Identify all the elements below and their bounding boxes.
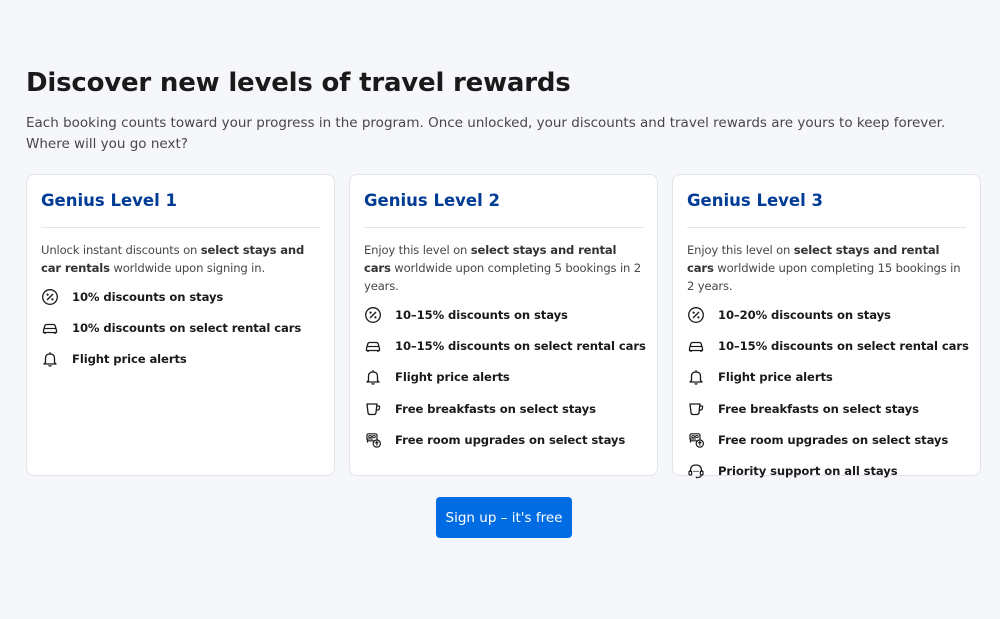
perk-item: Flight price alerts — [364, 362, 643, 393]
level-title: Genius Level 3 — [687, 191, 823, 210]
sign-up-button[interactable]: Sign up – it's free — [436, 497, 572, 538]
level-description: Enjoy this level on select stays and ren… — [364, 241, 643, 295]
perk-label: 10–15% discounts on select rental cars — [718, 338, 969, 353]
bell-icon — [687, 368, 705, 386]
perk-label: Free room upgrades on select stays — [395, 432, 626, 447]
perk-label: Priority support on all stays — [718, 464, 898, 479]
description-text: worldwide upon completing 5 bookings in … — [364, 261, 641, 293]
level-description: Unlock instant discounts on select stays… — [41, 241, 320, 277]
perk-item: 10–15% discounts on stays — [364, 299, 643, 330]
description-text: Enjoy this level on — [364, 243, 471, 257]
coffee-cup-icon — [364, 400, 382, 418]
perk-label: 10% discounts on select rental cars — [72, 320, 302, 335]
level-title: Genius Level 2 — [364, 191, 500, 210]
perk-item: Flight price alerts — [41, 344, 320, 375]
rewards-section: Discover new levels of travel rewards Ea… — [26, 66, 982, 479]
perk-label: 10–15% discounts on select rental cars — [395, 338, 646, 353]
percent-icon — [687, 306, 705, 324]
perks-list: 10–20% discounts on stays 10–15% discount… — [687, 299, 969, 487]
perk-label: 10–15% discounts on stays — [395, 307, 568, 322]
car-icon — [364, 337, 382, 355]
level-title: Genius Level 1 — [41, 191, 177, 210]
perk-item: 10–20% discounts on stays — [687, 299, 966, 330]
percent-icon — [364, 306, 382, 324]
perk-label: Free breakfasts on select stays — [395, 401, 596, 416]
perk-label: Flight price alerts — [395, 370, 510, 385]
level-card: Genius Level 1 Unlock instant discounts … — [26, 174, 335, 476]
perk-label: Free breakfasts on select stays — [718, 401, 919, 416]
bed-upgrade-icon — [687, 431, 705, 449]
perk-item: Free breakfasts on select stays — [687, 393, 966, 424]
perk-item: 10–15% discounts on select rental cars — [364, 330, 646, 361]
perk-item: Flight price alerts — [687, 362, 966, 393]
bed-upgrade-icon — [364, 431, 382, 449]
page-title: Discover new levels of travel rewards — [26, 68, 571, 98]
car-icon — [41, 319, 59, 337]
headset-support-icon — [687, 462, 705, 480]
level-card: Genius Level 3 Enjoy this level on selec… — [672, 174, 981, 479]
bell-icon — [41, 350, 59, 368]
car-icon — [687, 337, 705, 355]
percent-icon — [41, 288, 59, 306]
perk-item: 10% discounts on select rental cars — [41, 312, 320, 343]
level-card: Genius Level 2 Enjoy this level on selec… — [349, 174, 658, 476]
levels-container: Genius Level 1 Unlock instant discounts … — [26, 174, 981, 479]
perk-label: Flight price alerts — [72, 352, 187, 367]
description-text: Enjoy this level on — [687, 243, 794, 257]
divider — [687, 227, 966, 228]
bell-icon — [364, 368, 382, 386]
coffee-cup-icon — [687, 400, 705, 418]
perk-item: Free room upgrades on select stays — [687, 424, 966, 455]
description-text: worldwide upon signing in. — [109, 261, 265, 275]
perks-list: 10–15% discounts on stays 10–15% discount… — [364, 299, 646, 455]
perk-item: 10% discounts on stays — [41, 281, 320, 312]
description-text: worldwide upon completing 15 bookings in… — [687, 261, 961, 293]
perk-item: Free room upgrades on select stays — [364, 424, 643, 455]
page-subtitle: Each booking counts toward your progress… — [26, 115, 946, 152]
divider — [41, 227, 320, 228]
perk-item: 10–15% discounts on select rental cars — [687, 330, 969, 361]
level-description: Enjoy this level on select stays and ren… — [687, 241, 966, 295]
perk-label: 10% discounts on stays — [72, 289, 224, 304]
description-text: Unlock instant discounts on — [41, 243, 201, 257]
perk-item: Priority support on all stays — [687, 455, 966, 486]
perk-label: Free room upgrades on select stays — [718, 432, 949, 447]
perk-item: Free breakfasts on select stays — [364, 393, 643, 424]
perks-list: 10% discounts on stays 10% discounts on s… — [41, 281, 320, 375]
divider — [364, 227, 643, 228]
perk-label: 10–20% discounts on stays — [718, 307, 891, 322]
perk-label: Flight price alerts — [718, 370, 833, 385]
